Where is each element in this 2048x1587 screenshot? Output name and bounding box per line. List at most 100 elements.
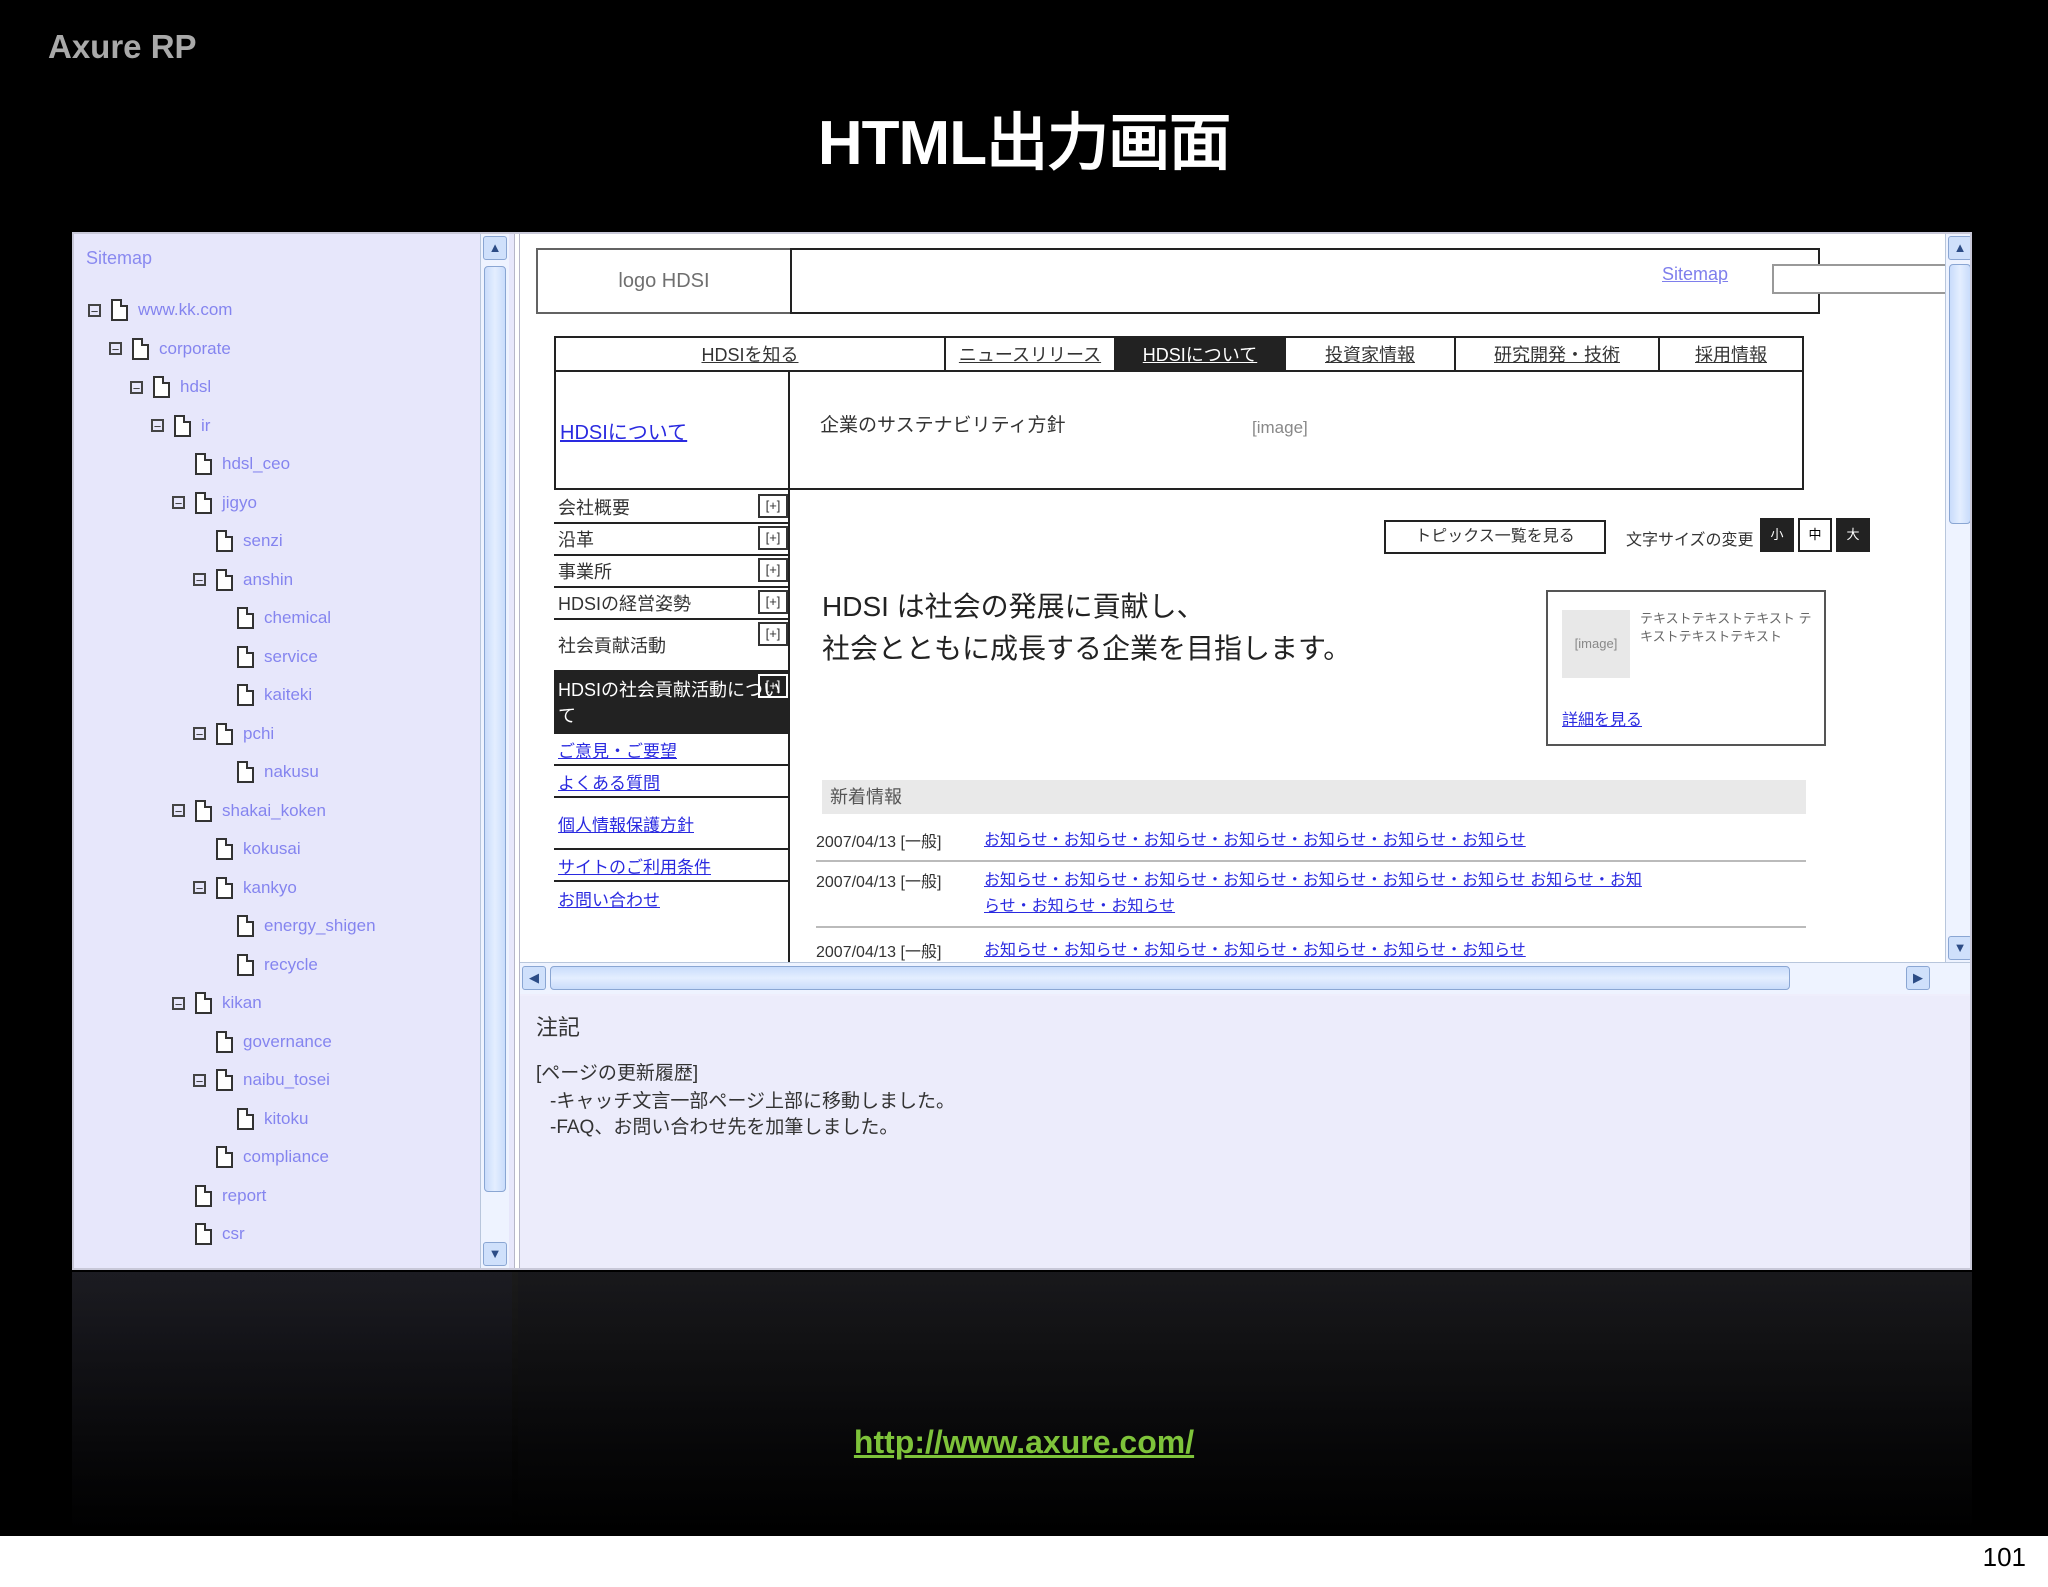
font-medium-button[interactable]: 中: [1798, 518, 1832, 552]
local-menu-item-active[interactable]: HDSIの社会貢献活動について [+]: [554, 672, 790, 734]
scroll-up-icon[interactable]: ▲: [483, 236, 507, 260]
sitemap-item[interactable]: kokusai: [193, 835, 301, 863]
sitemap-item[interactable]: kaiteki: [214, 681, 312, 709]
sitemap-item[interactable]: kitoku: [214, 1105, 308, 1133]
nav-item[interactable]: 投資家情報: [1286, 338, 1456, 370]
nav-item-active[interactable]: HDSIについて: [1116, 338, 1286, 370]
sitemap-item[interactable]: − hdsl: [130, 373, 211, 401]
collapse-icon[interactable]: −: [172, 496, 185, 510]
nav-item[interactable]: ニュースリリース: [946, 338, 1116, 370]
sitemap-item[interactable]: recycle: [214, 951, 318, 979]
scroll-thumb[interactable]: [550, 966, 1790, 990]
sitemap-item[interactable]: − kikan: [172, 989, 262, 1017]
nav-item[interactable]: 採用情報: [1660, 338, 1802, 370]
sitemap-item[interactable]: − anshin: [193, 566, 293, 594]
sitemap-item-label[interactable]: corporate: [159, 339, 231, 359]
scroll-thumb[interactable]: [484, 266, 506, 1192]
sitemap-item[interactable]: − corporate: [109, 335, 231, 363]
news-link[interactable]: お知らせ・お知らせ・お知らせ・お知らせ・お知らせ・お知らせ・お知らせ お知らせ・…: [984, 868, 1644, 920]
menu-link[interactable]: よくある質問: [554, 766, 790, 798]
preview-horizontal-scrollbar[interactable]: ◀ ▶: [520, 962, 1970, 994]
news-link[interactable]: お知らせ・お知らせ・お知らせ・お知らせ・お知らせ・お知らせ・お知らせ: [984, 828, 1644, 854]
local-menu-item[interactable]: 事業所 [+]: [554, 556, 790, 588]
local-menu-item[interactable]: 社会貢献活動 [+]: [554, 620, 790, 672]
sitemap-item[interactable]: csr: [172, 1220, 245, 1248]
expand-icon[interactable]: [+]: [758, 590, 788, 614]
sitemap-item-label[interactable]: ir: [201, 416, 210, 436]
sitemap-item-label[interactable]: energy_shigen: [264, 916, 376, 936]
news-link[interactable]: お知らせ・お知らせ・お知らせ・お知らせ・お知らせ・お知らせ・お知らせ: [984, 938, 1644, 964]
promo-link[interactable]: 詳細を見る: [1562, 706, 1642, 730]
nav-item[interactable]: HDSIを知る: [556, 338, 946, 370]
sitemap-item-label[interactable]: kokusai: [243, 839, 301, 859]
section-title[interactable]: HDSIについて: [554, 370, 790, 490]
local-menu-item[interactable]: 沿革 [+]: [554, 524, 790, 556]
sitemap-item[interactable]: − shakai_koken: [172, 797, 326, 825]
expand-icon[interactable]: [+]: [758, 526, 788, 550]
sitemap-item-label[interactable]: nakusu: [264, 762, 319, 782]
sitemap-item[interactable]: report: [172, 1182, 266, 1210]
sitemap-item[interactable]: − www.kk.com: [88, 296, 232, 324]
sitemap-item-label[interactable]: senzi: [243, 531, 283, 551]
menu-link[interactable]: ご意見・ご要望: [554, 734, 790, 766]
sitemap-item-label[interactable]: www.kk.com: [138, 300, 232, 320]
sitemap-item[interactable]: senzi: [193, 527, 283, 555]
sitemap-item-label[interactable]: pchi: [243, 724, 274, 744]
sitemap-item-label[interactable]: jigyo: [222, 493, 257, 513]
sitemap-item[interactable]: chemical: [214, 604, 331, 632]
topics-button[interactable]: トピックス一覧を見る: [1384, 520, 1606, 554]
sitemap-item-label[interactable]: kaiteki: [264, 685, 312, 705]
sitemap-scrollbar[interactable]: ▲ ▼: [480, 234, 509, 1268]
expand-icon[interactable]: [+]: [758, 494, 788, 518]
scroll-up-icon[interactable]: ▲: [1948, 236, 1970, 260]
collapse-icon[interactable]: −: [109, 342, 122, 356]
scroll-thumb[interactable]: [1949, 264, 1970, 524]
sitemap-item[interactable]: − jigyo: [172, 489, 257, 517]
menu-link[interactable]: お問い合わせ: [554, 882, 790, 914]
sitemap-item-label[interactable]: service: [264, 647, 318, 667]
collapse-icon[interactable]: −: [193, 1073, 206, 1088]
preview-vertical-scrollbar[interactable]: ▲ ▼: [1945, 234, 1970, 962]
sitemap-item[interactable]: energy_shigen: [214, 912, 376, 940]
menu-link[interactable]: 個人情報保護方針: [554, 798, 790, 850]
sitemap-item-label[interactable]: chemical: [264, 608, 331, 628]
sitemap-item-label[interactable]: recycle: [264, 955, 318, 975]
collapse-icon[interactable]: −: [193, 881, 206, 895]
collapse-icon[interactable]: −: [193, 573, 206, 587]
nav-item[interactable]: 研究開発・技術: [1456, 338, 1660, 370]
menu-link[interactable]: サイトのご利用条件: [554, 850, 790, 882]
sitemap-item[interactable]: nakusu: [214, 758, 319, 786]
font-large-button[interactable]: 大: [1836, 518, 1870, 552]
collapse-icon[interactable]: −: [130, 380, 143, 395]
sitemap-item-label[interactable]: compliance: [243, 1147, 329, 1167]
sitemap-item-label[interactable]: hdsl: [180, 377, 211, 397]
scroll-down-icon[interactable]: ▼: [1948, 936, 1970, 960]
search-input[interactable]: [1772, 264, 1952, 294]
expand-icon[interactable]: [+]: [758, 622, 788, 646]
local-menu-item[interactable]: HDSIの経営姿勢 [+]: [554, 588, 790, 620]
sitemap-item-label[interactable]: report: [222, 1186, 266, 1206]
collapse-icon[interactable]: −: [151, 419, 164, 433]
collapse-icon[interactable]: −: [172, 804, 185, 818]
sitemap-link[interactable]: Sitemap: [1662, 264, 1728, 285]
collapse-icon[interactable]: −: [193, 727, 206, 741]
sitemap-item[interactable]: hdsl_ceo: [172, 450, 290, 478]
sitemap-item[interactable]: − pchi: [193, 720, 274, 748]
local-menu-item[interactable]: 会社概要 [+]: [554, 492, 790, 524]
sitemap-item[interactable]: − ir: [151, 412, 210, 440]
collapse-icon[interactable]: −: [88, 303, 101, 318]
sitemap-item-label[interactable]: kikan: [222, 993, 262, 1013]
collapse-icon[interactable]: −: [172, 996, 185, 1011]
sitemap-item-label[interactable]: kitoku: [264, 1109, 308, 1129]
sitemap-item-label[interactable]: governance: [243, 1032, 332, 1052]
scroll-down-icon[interactable]: ▼: [483, 1242, 507, 1266]
sitemap-item-label[interactable]: csr: [222, 1224, 245, 1244]
sitemap-item[interactable]: governance: [193, 1028, 332, 1056]
sitemap-item-label[interactable]: hdsl_ceo: [222, 454, 290, 474]
sitemap-item-label[interactable]: naibu_tosei: [243, 1070, 330, 1090]
scroll-right-icon[interactable]: ▶: [1906, 966, 1930, 990]
scroll-left-icon[interactable]: ◀: [522, 966, 546, 990]
sitemap-item[interactable]: service: [214, 643, 318, 671]
sitemap-item[interactable]: compliance: [193, 1143, 329, 1171]
expand-icon[interactable]: [+]: [758, 674, 788, 698]
